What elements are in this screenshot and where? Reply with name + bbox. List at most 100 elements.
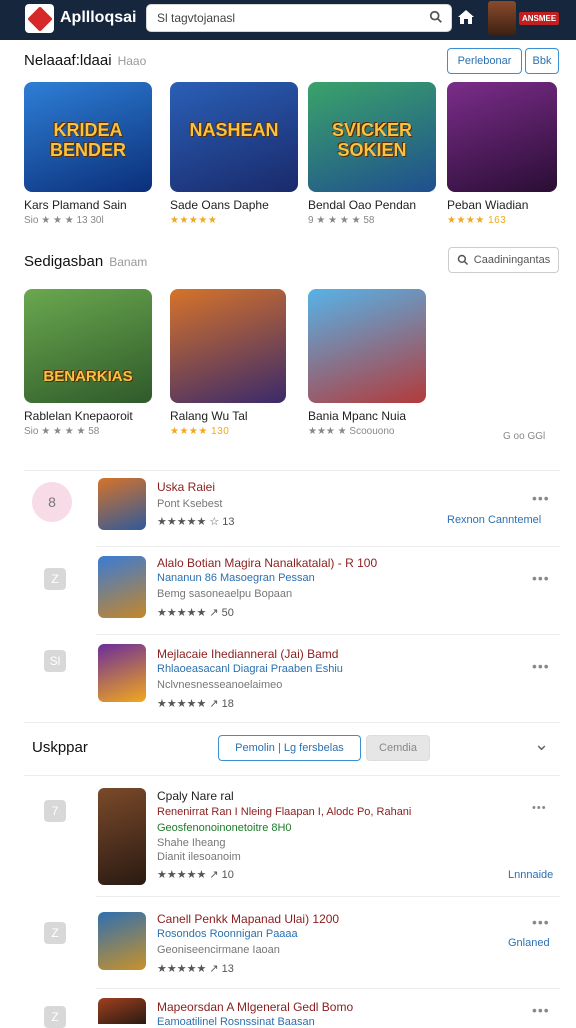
- row-title[interactable]: Mejlacaie Ihedianneral (Jai) Bamd: [157, 647, 338, 661]
- featured-card[interactable]: SVICKER SOKIEN Bendal Oao Pendan 9 ★ ★ ★…: [308, 82, 436, 226]
- search-value: Sl tagvtojanasl: [157, 11, 236, 25]
- suggested-extra-meta: G oo GGl: [503, 431, 546, 442]
- game-thumbnail[interactable]: [447, 82, 557, 192]
- divider: [24, 775, 560, 776]
- row-description: Geosfenonoinonetoitre 8H0: [157, 822, 292, 834]
- game-thumbnail[interactable]: [98, 912, 146, 970]
- game-thumbnail[interactable]: [98, 556, 146, 618]
- card-title[interactable]: Peban Wiadian: [447, 198, 557, 212]
- featured-secondary-button[interactable]: Bbk: [525, 48, 559, 74]
- row-link[interactable]: Lnnnaide: [508, 869, 553, 881]
- featured-title-text: Nelaaaf:ldaai: [24, 52, 112, 69]
- row-subtitle: Eamoatilinel Rosnssinat Baasan: [157, 1016, 315, 1028]
- more-title: Uskppar: [32, 739, 88, 756]
- row-title[interactable]: Uska Raiei: [157, 480, 215, 494]
- row-title[interactable]: Alalo Botian Magira Nanalkatalal) - R 10…: [157, 556, 377, 570]
- card-title[interactable]: Rablelan Knepaoroit: [24, 409, 152, 423]
- app-name: Apllloqsai: [60, 9, 137, 26]
- top-bar: Apllloqsai Sl tagvtojanasl ANSMEE: [0, 0, 576, 40]
- row-subtitle: Rosondos Roonnigan Paaaa: [157, 928, 298, 940]
- row-subtitle: Renenirrat Ran I Nleing Flaapan I, Alodc…: [157, 806, 412, 818]
- row-detail: Dianit ilesoanoim: [157, 851, 241, 863]
- thumbnail-text: KRIDEA BENDER: [49, 120, 126, 160]
- divider: [96, 634, 560, 635]
- more-icon[interactable]: •••: [532, 490, 550, 506]
- featured-card[interactable]: Peban Wiadian ★★★★ 163: [447, 82, 557, 226]
- home-icon[interactable]: [456, 7, 476, 27]
- row-rank-badge: Z: [44, 1006, 66, 1028]
- row-link[interactable]: Rexnon Canntemel: [447, 514, 541, 526]
- thumbnail-text: NASHEAN: [189, 120, 279, 140]
- row-rating: ★★★★★ ↗ 13: [157, 963, 234, 975]
- search-icon[interactable]: [429, 10, 443, 24]
- row-title[interactable]: Mapeorsdan A Mlgeneral Gedl Bomo: [157, 1000, 353, 1014]
- featured-card[interactable]: KRIDEA BENDER Kars Plamand Sain Sio ★ ★ …: [24, 82, 152, 226]
- more-icon[interactable]: •••: [532, 658, 550, 674]
- app-logo[interactable]: [25, 4, 54, 33]
- game-thumbnail[interactable]: [98, 644, 146, 702]
- game-thumbnail[interactable]: [308, 289, 426, 403]
- card-title[interactable]: Bania Mpanc Nuia: [308, 409, 426, 423]
- game-thumbnail[interactable]: NASHEAN: [170, 82, 298, 192]
- thumbnail-text: SVICKER SOKIEN: [331, 120, 412, 160]
- row-title[interactable]: Canell Penkk Mapanad Ulai) 1200: [157, 912, 339, 926]
- divider: [96, 896, 560, 897]
- suggested-title: Sedigasban Banam: [24, 253, 147, 270]
- more-primary-button[interactable]: Pemolin | Lg fersbelas: [218, 735, 361, 761]
- row-subtitle: Pont Ksebest: [157, 498, 223, 510]
- game-thumbnail[interactable]: KRIDEA BENDER: [24, 82, 152, 192]
- divider: [24, 470, 560, 471]
- game-thumbnail[interactable]: BENARKIAS: [24, 289, 152, 403]
- suggested-title-text: Sedigasban: [24, 253, 104, 270]
- card-rating: ★★★★ 163: [447, 215, 507, 226]
- row-detail: Shahe Iheang: [157, 837, 226, 849]
- row-rating: ★★★★★ ☆ 13: [157, 516, 235, 528]
- search-input[interactable]: Sl tagvtojanasl: [146, 4, 452, 32]
- card-meta: ★★★ ★ Scoouono: [308, 426, 395, 437]
- row-description: Bemg sasoneaelpu Bopaan: [157, 588, 293, 600]
- row-link[interactable]: Gnlaned: [508, 937, 550, 949]
- row-rating: ★★★★★ ↗ 18: [157, 698, 234, 710]
- card-title[interactable]: Ralang Wu Tal: [170, 409, 286, 423]
- thumbnail-text: BENARKIAS: [43, 368, 133, 385]
- game-thumbnail[interactable]: [98, 788, 146, 885]
- suggested-card[interactable]: Ralang Wu Tal ★★★★ 130: [170, 289, 286, 437]
- row-rank-badge: 8: [32, 482, 72, 522]
- card-title[interactable]: Bendal Oao Pendan: [308, 198, 436, 212]
- game-thumbnail[interactable]: SVICKER SOKIEN: [308, 82, 436, 192]
- row-rank-badge: Z: [44, 568, 66, 590]
- card-rating: ★★★★ 130: [170, 426, 230, 437]
- featured-subtitle: Haao: [117, 54, 147, 68]
- card-title[interactable]: Sade Oans Daphe: [170, 198, 298, 212]
- game-thumbnail[interactable]: [98, 998, 146, 1024]
- card-meta: 9 ★ ★ ★ ★ 58: [308, 215, 375, 226]
- row-rating: ★★★★★ ↗ 10: [157, 869, 234, 881]
- more-icon[interactable]: •••: [532, 914, 550, 930]
- suggested-subtitle: Banam: [109, 255, 148, 269]
- featured-primary-button[interactable]: Perlebonar: [447, 48, 522, 74]
- row-title[interactable]: Cpaly Nare ral: [157, 789, 234, 803]
- chevron-down-icon[interactable]: ⌄: [534, 734, 549, 755]
- more-icon[interactable]: •••: [532, 1002, 550, 1018]
- row-subtitle: Rhlaoeasacanl Diagrai Praaben Eshiu: [157, 663, 343, 675]
- row-subtitle: Nananun 86 Masoegran Pessan: [157, 572, 315, 584]
- more-disabled-button: Cemdia: [366, 735, 430, 761]
- suggested-card[interactable]: BENARKIAS Rablelan Knepaoroit Sio ★ ★ ★ …: [24, 289, 152, 437]
- card-title[interactable]: Kars Plamand Sain: [24, 198, 152, 212]
- divider: [96, 546, 560, 547]
- suggested-filter-button[interactable]: Caadiningantas: [448, 247, 559, 273]
- more-icon[interactable]: •••: [532, 802, 547, 814]
- more-icon[interactable]: •••: [532, 570, 550, 586]
- featured-card[interactable]: NASHEAN Sade Oans Daphe ★★★★★: [170, 82, 298, 226]
- row-rank-badge: Z: [44, 922, 66, 944]
- avatar[interactable]: [488, 1, 516, 35]
- suggested-card[interactable]: Bania Mpanc Nuia ★★★ ★ Scoouono: [308, 289, 426, 437]
- card-meta: Sio ★ ★ ★ 13 30l: [24, 215, 104, 226]
- card-rating: ★★★★★: [170, 215, 218, 226]
- row-description: Geoniseencirmane Iaoan: [157, 944, 280, 956]
- game-thumbnail[interactable]: [98, 478, 146, 530]
- profile-badge: ANSMEE: [519, 12, 560, 25]
- game-thumbnail[interactable]: [170, 289, 286, 403]
- row-rank-badge: 7: [44, 800, 66, 822]
- row-rating: ★★★★★ ↗ 50: [157, 607, 234, 619]
